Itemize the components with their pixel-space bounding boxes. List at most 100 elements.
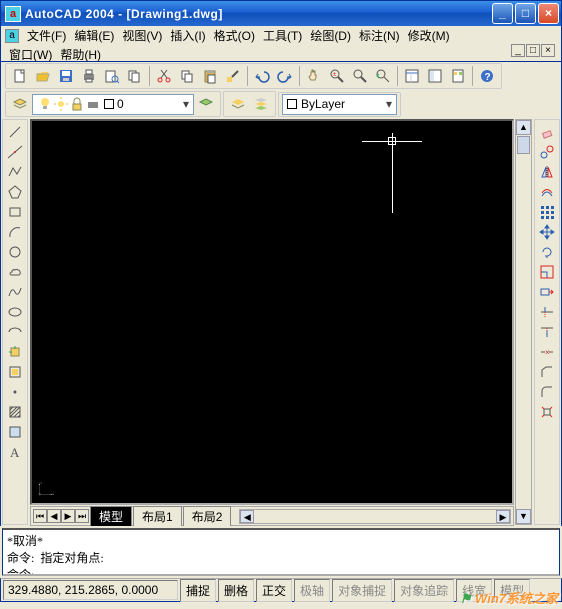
spline-button[interactable]: [4, 282, 26, 302]
open-button[interactable]: [32, 65, 54, 87]
lwt-toggle[interactable]: 线宽: [456, 579, 492, 602]
chamfer-button[interactable]: [536, 362, 558, 382]
polyline-button[interactable]: [4, 162, 26, 182]
menu-view[interactable]: 视图(V): [118, 26, 166, 45]
rectangle-button[interactable]: [4, 202, 26, 222]
close-button[interactable]: ×: [538, 3, 559, 24]
h-scrollbar[interactable]: ◀ ▶: [239, 509, 511, 524]
extend-button[interactable]: [536, 322, 558, 342]
paste-button[interactable]: [199, 65, 221, 87]
stretch-button[interactable]: [536, 282, 558, 302]
color-dropdown[interactable]: ByLayer ▾: [282, 94, 397, 115]
mirror-button[interactable]: [536, 162, 558, 182]
maximize-button[interactable]: □: [515, 3, 536, 24]
scroll-left-button[interactable]: ◀: [240, 510, 254, 523]
osnap-toggle[interactable]: 对象捕捉: [332, 579, 392, 602]
properties-button[interactable]: [401, 65, 423, 87]
trim-button[interactable]: [536, 302, 558, 322]
tab-layout1[interactable]: 布局1: [133, 506, 182, 526]
plot-preview-button[interactable]: [101, 65, 123, 87]
break-button[interactable]: ×: [536, 342, 558, 362]
copy-object-button[interactable]: [536, 142, 558, 162]
move-button[interactable]: [536, 222, 558, 242]
v-scrollbar[interactable]: ▲ ▼: [515, 119, 532, 525]
scroll-right-button[interactable]: ▶: [496, 510, 510, 523]
menu-insert[interactable]: 插入(I): [166, 26, 209, 45]
circle-button[interactable]: [4, 242, 26, 262]
menu-file[interactable]: 文件(F): [23, 26, 70, 45]
otrack-toggle[interactable]: 对象追踪: [394, 579, 454, 602]
tab-prev-button[interactable]: ◀: [47, 509, 61, 523]
make-current-button[interactable]: [227, 93, 249, 115]
hatch-button[interactable]: [4, 402, 26, 422]
scale-button[interactable]: [536, 262, 558, 282]
menu-edit[interactable]: 编辑(E): [70, 26, 118, 45]
ellipse-button[interactable]: [4, 302, 26, 322]
mdi-app-icon[interactable]: a: [5, 29, 19, 43]
ellipse-arc-button[interactable]: [4, 322, 26, 342]
construction-line-button[interactable]: [4, 142, 26, 162]
tool-palettes-button[interactable]: [447, 65, 469, 87]
mdi-restore-button[interactable]: □: [526, 44, 540, 57]
mdi-minimize-button[interactable]: _: [511, 44, 525, 57]
menu-dimension[interactable]: 标注(N): [355, 26, 404, 45]
drawing-canvas[interactable]: X Y: [30, 119, 514, 505]
tab-next-button[interactable]: ▶: [61, 509, 75, 523]
pan-button[interactable]: [303, 65, 325, 87]
tab-layout2[interactable]: 布局2: [183, 506, 232, 526]
help-button[interactable]: ?: [476, 65, 498, 87]
model-toggle[interactable]: 模型: [494, 579, 530, 602]
snap-toggle[interactable]: 捕捉: [180, 579, 216, 602]
design-center-button[interactable]: [424, 65, 446, 87]
ortho-toggle[interactable]: 正交: [256, 579, 292, 602]
rotate-button[interactable]: [536, 242, 558, 262]
menu-format[interactable]: 格式(O): [210, 26, 259, 45]
array-button[interactable]: [536, 202, 558, 222]
scroll-down-button[interactable]: ▼: [516, 509, 531, 524]
layer-states-button[interactable]: [250, 93, 272, 115]
make-block-button[interactable]: [4, 362, 26, 382]
tab-last-button[interactable]: ⏭: [75, 509, 89, 523]
menu-tools[interactable]: 工具(T): [259, 26, 306, 45]
revision-cloud-button[interactable]: [4, 262, 26, 282]
insert-block-button[interactable]: [4, 342, 26, 362]
offset-button[interactable]: [536, 182, 558, 202]
explode-button[interactable]: [536, 402, 558, 422]
match-properties-button[interactable]: [222, 65, 244, 87]
zoom-window-button[interactable]: [349, 65, 371, 87]
cut-button[interactable]: [153, 65, 175, 87]
tab-model[interactable]: 模型: [90, 506, 132, 526]
grid-toggle[interactable]: 删格: [218, 579, 254, 602]
menu-modify[interactable]: 修改(M): [404, 26, 454, 45]
zoom-realtime-button[interactable]: ±: [326, 65, 348, 87]
save-button[interactable]: [55, 65, 77, 87]
line-button[interactable]: [4, 122, 26, 142]
print-button[interactable]: [78, 65, 100, 87]
scroll-up-button[interactable]: ▲: [516, 120, 531, 135]
minimize-button[interactable]: _: [492, 3, 513, 24]
menu-window[interactable]: 窗口(W): [5, 45, 56, 64]
point-button[interactable]: [4, 382, 26, 402]
tab-first-button[interactable]: ⏮: [33, 509, 47, 523]
layer-previous-button[interactable]: [195, 93, 217, 115]
text-button[interactable]: A: [4, 442, 26, 462]
scroll-thumb[interactable]: [517, 136, 530, 154]
layer-properties-button[interactable]: [9, 93, 31, 115]
new-button[interactable]: [9, 65, 31, 87]
publish-button[interactable]: [124, 65, 146, 87]
copy-button[interactable]: [176, 65, 198, 87]
mdi-close-button[interactable]: ×: [541, 44, 555, 57]
redo-button[interactable]: [274, 65, 296, 87]
command-window[interactable]: *取消* 命令: 指定对角点: 命令:: [2, 528, 560, 576]
undo-button[interactable]: [251, 65, 273, 87]
polar-toggle[interactable]: 极轴: [294, 579, 330, 602]
zoom-previous-button[interactable]: [372, 65, 394, 87]
polygon-button[interactable]: [4, 182, 26, 202]
menu-help[interactable]: 帮助(H): [56, 45, 105, 64]
layer-dropdown[interactable]: 0 ▾: [32, 94, 194, 115]
region-button[interactable]: [4, 422, 26, 442]
fillet-button[interactable]: [536, 382, 558, 402]
menu-draw[interactable]: 绘图(D): [306, 26, 355, 45]
erase-button[interactable]: [536, 122, 558, 142]
arc-button[interactable]: [4, 222, 26, 242]
